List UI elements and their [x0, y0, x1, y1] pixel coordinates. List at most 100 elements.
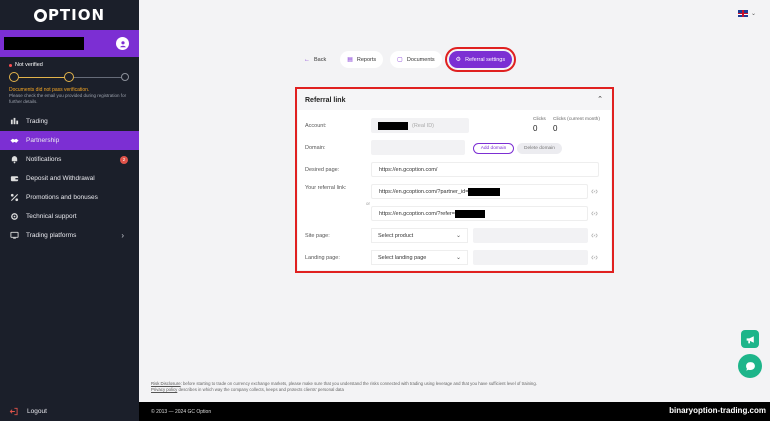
site-page-label: Site page:: [305, 233, 330, 239]
sidebar-item-promotions[interactable]: Promotions and bonuses: [0, 188, 139, 207]
copyright: © 2013 — 2024 GC Option: [151, 408, 212, 415]
chevron-down-icon: ⌄: [455, 255, 461, 261]
panel-header[interactable]: Referral link ⌃: [298, 90, 611, 110]
watermark: binaryoption-trading.com: [669, 406, 766, 415]
chat-button[interactable]: [738, 354, 762, 378]
redacted-partner-id: [468, 187, 501, 196]
document-icon: ▢: [397, 57, 403, 63]
user-bar: [0, 30, 139, 57]
sidebar-item-trading[interactable]: Trading: [0, 112, 139, 131]
megaphone-icon: [746, 335, 754, 343]
step-2-icon: [64, 72, 74, 82]
tab-referral-settings[interactable]: ⚙ Referral settings: [444, 47, 517, 72]
back-label: Back: [314, 56, 327, 63]
logout-label: Logout: [27, 408, 47, 415]
sidebar-item-deposit[interactable]: Deposit and Withdrawal: [0, 169, 139, 188]
report-icon: ▤: [347, 57, 353, 63]
referral-link-1-text: https://en.gcoption.com/?partner_id=: [379, 188, 469, 195]
uk-flag-icon: [737, 10, 748, 17]
verification-warning-text: Please check the email you provided duri…: [9, 93, 127, 104]
desired-page-label: Desired page:: [305, 167, 340, 173]
panel-title: Referral link: [305, 96, 346, 104]
verification-status-label: Not verified: [15, 62, 43, 68]
referral-link-panel: Referral link ⌃ Account: (Real ID) Click…: [295, 87, 614, 273]
announcement-button[interactable]: [741, 330, 759, 348]
copy-icon[interactable]: [591, 232, 598, 239]
bottom-bar: © 2013 — 2024 GC Option binaryoption-tra…: [139, 402, 770, 421]
redacted-account-id: [378, 121, 408, 130]
account-label: Account:: [305, 123, 327, 129]
notifications-badge: 2: [120, 155, 128, 164]
copy-icon[interactable]: [591, 254, 598, 261]
chevron-up-icon[interactable]: ⌃: [597, 95, 603, 103]
arrow-left-icon: ←: [304, 56, 310, 63]
delete-domain-button[interactable]: Delete domain: [517, 143, 562, 154]
handshake-icon: [10, 136, 19, 145]
site-page-select-value: Select product: [378, 232, 414, 239]
partnership-tabs: ← Back ▤ Reports ▢ Documents ⚙ Referral …: [300, 47, 519, 72]
desired-page-input[interactable]: https://en.gcoption.com/: [371, 162, 599, 177]
landing-page-select[interactable]: Select landing page ⌄: [371, 250, 468, 265]
sidebar-item-label: Technical support: [26, 213, 77, 220]
sidebar-item-label: Trading platforms: [26, 232, 77, 239]
landing-page-label: Landing page:: [305, 255, 340, 261]
clicks-value: 0: [533, 124, 538, 133]
percent-icon: [10, 193, 19, 202]
redacted-refer-id: [454, 209, 485, 218]
tab-documents-label: Documents: [406, 56, 435, 63]
sidebar-item-label: Notifications: [26, 156, 62, 163]
referral-link-1-field[interactable]: https://en.gcoption.com/?partner_id=: [371, 184, 588, 199]
landing-page-result-field: [473, 250, 588, 265]
privacy-policy-link[interactable]: Privacy policy: [151, 387, 177, 392]
landing-page-select-value: Select landing page: [378, 254, 427, 261]
tab-reports[interactable]: ▤ Reports: [340, 51, 384, 68]
logo-mark-icon: [33, 8, 47, 22]
copy-icon[interactable]: [591, 188, 598, 195]
chevron-down-icon: ⌄: [750, 11, 756, 17]
domain-label: Domain:: [305, 145, 326, 151]
referral-link-label: Your referral link:: [305, 185, 347, 191]
chevron-down-icon: ⌄: [455, 233, 461, 239]
wallet-icon: [10, 174, 19, 183]
logo[interactable]: PTION: [0, 0, 139, 30]
sidebar-item-label: Partnership: [26, 137, 60, 144]
back-button[interactable]: ← Back: [300, 51, 333, 68]
settings-icon: ⚙: [455, 57, 462, 63]
risk-disclosure-link[interactable]: Risk Disclosure: [151, 381, 181, 386]
sidebar-item-support[interactable]: Technical support: [0, 207, 139, 226]
copy-icon[interactable]: [591, 210, 598, 217]
account-suffix: (Real ID): [412, 122, 435, 129]
language-selector[interactable]: ⌄: [737, 10, 756, 17]
clicks-label: Clicks: [533, 117, 546, 122]
domain-field[interactable]: [371, 140, 465, 155]
candles-icon: [10, 117, 19, 126]
user-avatar-icon[interactable]: [116, 37, 129, 50]
add-domain-button[interactable]: Add domain: [473, 143, 514, 154]
sidebar-item-trading-platforms[interactable]: Trading platforms ›: [0, 226, 139, 245]
or-separator: or: [366, 201, 371, 206]
privacy-text: describes in which way the company colle…: [177, 387, 344, 392]
sidebar-item-partnership[interactable]: Partnership: [0, 131, 139, 150]
site-page-select[interactable]: Select product ⌄: [371, 228, 468, 243]
chat-icon: [745, 361, 755, 371]
logout-button[interactable]: Logout: [0, 402, 139, 421]
chevron-right-icon: ›: [121, 231, 124, 240]
logo-text: PTION: [47, 6, 106, 24]
risk-text: : before starting to trade on currency e…: [180, 381, 537, 386]
verification-status: Not verified: [9, 62, 130, 68]
sidebar-item-label: Deposit and Withdrawal: [26, 175, 95, 182]
tab-referral-settings-label: Referral settings: [465, 56, 506, 63]
tab-reports-label: Reports: [356, 56, 377, 63]
referral-link-2-field[interactable]: https://en.gcoption.com/?refer=: [371, 206, 588, 221]
gear-icon: [10, 212, 19, 221]
sidebar-item-label: Promotions and bonuses: [26, 194, 98, 201]
account-field: (Real ID): [371, 118, 469, 133]
sidebar-item-notifications[interactable]: Notifications 2: [0, 150, 139, 169]
step-1-icon: [9, 72, 19, 82]
sidebar-nav: Trading Partnership Notifications 2 Depo…: [0, 112, 139, 245]
status-dot-icon: [9, 63, 12, 67]
tab-documents[interactable]: ▢ Documents: [390, 51, 442, 68]
logout-icon: [9, 407, 18, 416]
referral-link-2-text: https://en.gcoption.com/?refer=: [379, 210, 455, 217]
sidebar: PTION Not verified Documents did not pas…: [0, 0, 139, 421]
